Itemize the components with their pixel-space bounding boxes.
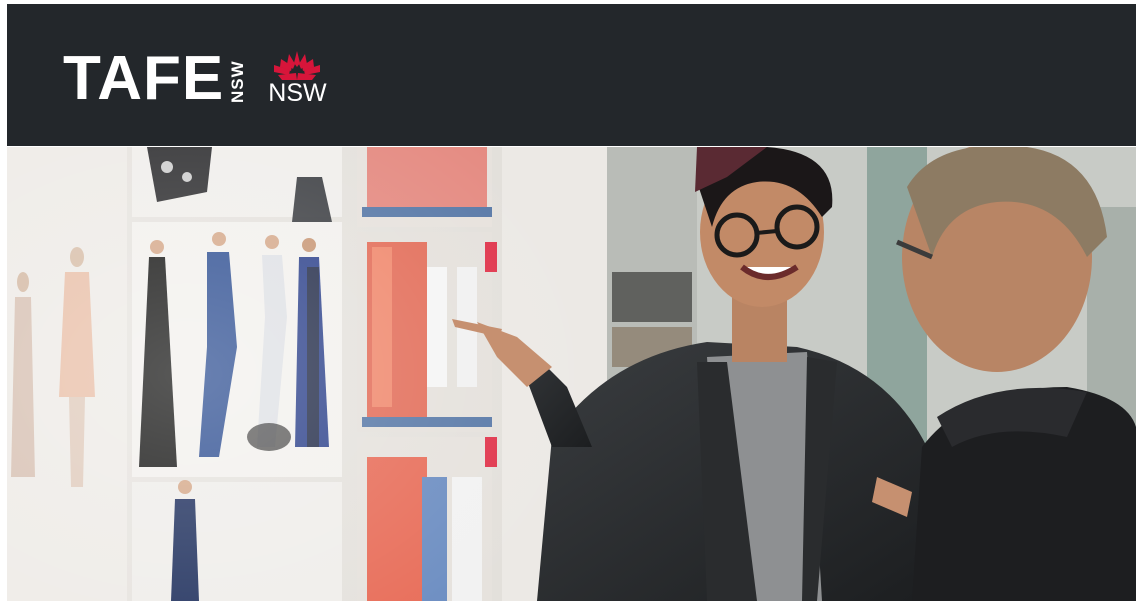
logo-nsw-vertical-text: NSW bbox=[228, 60, 248, 103]
nsw-government-logo: NSW bbox=[268, 49, 327, 107]
header-bar: TAFE NSW NSW bbox=[7, 4, 1136, 146]
tafe-nsw-logo[interactable]: TAFE NSW NSW bbox=[63, 44, 327, 113]
hero-photo bbox=[7, 147, 1136, 601]
waratah-icon bbox=[274, 51, 321, 80]
email-banner: TAFE NSW NSW bbox=[7, 4, 1136, 601]
logo-tafe-text: TAFE bbox=[63, 44, 225, 113]
logo-nsw-text: NSW bbox=[268, 79, 327, 107]
